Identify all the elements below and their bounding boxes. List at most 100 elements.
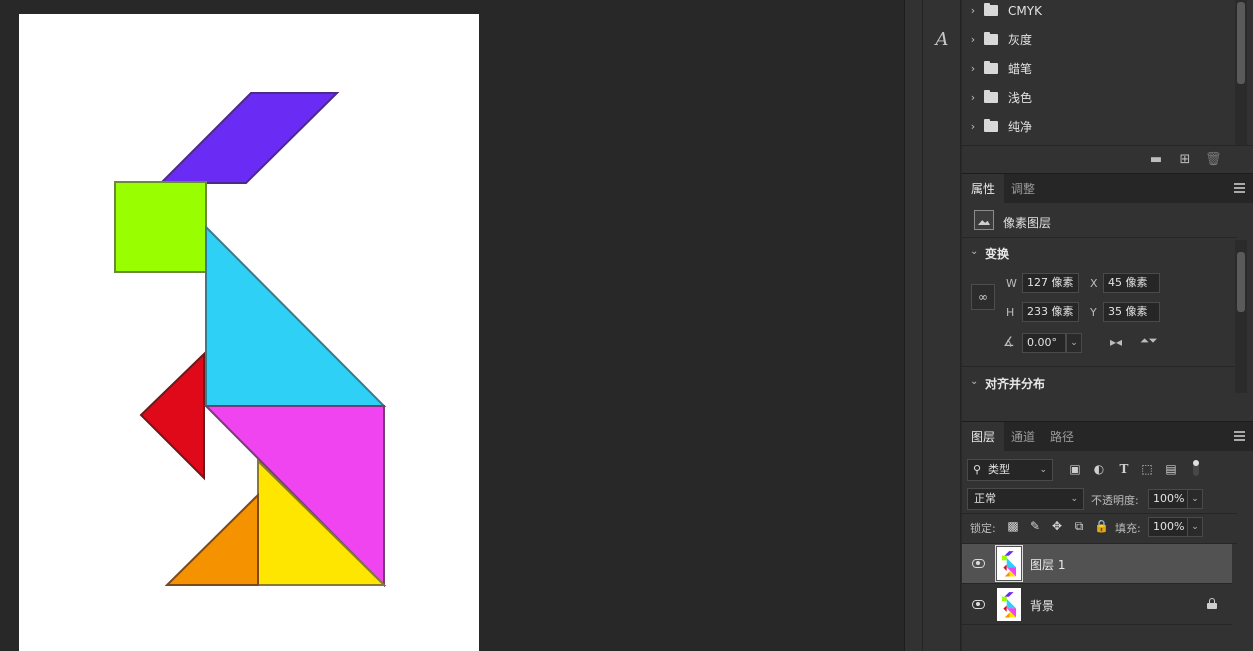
layer-thumbnail[interactable] (995, 545, 1023, 582)
lock-move-icon[interactable]: ✥ (1050, 519, 1064, 533)
folder-icon (984, 61, 998, 74)
lock-transparent-icon[interactable]: ▩ (1006, 519, 1020, 533)
adjustment-filter-icon[interactable]: ◐ (1092, 462, 1106, 476)
layer-type-label: 像素图层 (1003, 216, 1052, 230)
chevron-down-icon[interactable]: ⌄ (1066, 333, 1082, 353)
blend-mode-label: 正常 (974, 492, 996, 505)
opacity-field[interactable]: 100% (1148, 489, 1188, 509)
trash-icon[interactable]: 🗑 (1205, 152, 1222, 168)
hamburger-menu-icon[interactable] (1234, 431, 1245, 441)
folder-icon (984, 90, 998, 103)
properties-scrollbar[interactable] (1235, 240, 1247, 393)
y-field[interactable]: 35 像素 (1103, 302, 1160, 322)
filter-toggle[interactable] (1193, 460, 1199, 476)
dock-collapse-strip (904, 0, 922, 651)
layer-thumbnail-image (1002, 551, 1017, 577)
divider (962, 366, 1237, 367)
link-icon[interactable]: ∞ (971, 284, 995, 310)
align-section-title[interactable]: 对齐并分布 (985, 375, 1045, 392)
type-filter-icon[interactable]: T (1117, 462, 1131, 476)
hamburger-menu-icon[interactable] (1234, 183, 1245, 193)
opacity-label: 不透明度: (1091, 494, 1139, 507)
x-field[interactable]: 45 像素 (1103, 273, 1160, 293)
angle-icon: ∡ (1003, 335, 1015, 350)
folder-icon (984, 32, 998, 45)
transform-section-title[interactable]: 变换 (985, 245, 1009, 262)
layer-name[interactable]: 图层 1 (1030, 556, 1065, 573)
swatch-folder-gray[interactable]: › 灰度 (962, 25, 1232, 54)
chevron-down-icon[interactable]: ⌄ (970, 376, 978, 387)
chevron-right-icon[interactable]: › (962, 4, 984, 17)
chevron-right-icon[interactable]: › (962, 91, 984, 104)
chevron-right-icon[interactable]: › (962, 120, 984, 133)
chevron-right-icon[interactable]: › (962, 62, 984, 75)
blend-mode-select[interactable]: 正常 ⌄ (967, 488, 1084, 510)
search-icon: ⚲ (973, 463, 982, 476)
scrollbar-thumb[interactable] (1237, 2, 1245, 84)
fill-label: 填充: (1115, 522, 1141, 535)
chevron-down-icon[interactable]: ⌄ (970, 246, 978, 257)
toggle-knob (1193, 460, 1199, 466)
eye-icon[interactable] (972, 600, 985, 609)
lock-paint-icon[interactable]: ✎ (1028, 519, 1042, 533)
swatch-folder-label: 灰度 (1008, 33, 1033, 47)
character-icon[interactable]: A (925, 22, 959, 56)
divider (962, 513, 1237, 514)
smart-object-filter-icon[interactable]: ▤ (1164, 462, 1178, 476)
tangram-rabbit-artwork (114, 92, 387, 588)
height-label: H (1006, 306, 1015, 319)
lock-icon[interactable] (1207, 598, 1217, 609)
fill-field[interactable]: 100% (1148, 517, 1188, 537)
swatch-folder-light[interactable]: › 浅色 (962, 83, 1232, 112)
pixel-layer-icon (974, 210, 994, 230)
large-triangle-top-piece (205, 224, 387, 407)
tab-paths[interactable]: 路径 (1041, 422, 1083, 452)
folder-icon (984, 3, 998, 16)
swatch-folder-cmyk[interactable]: › CMYK (962, 0, 1232, 25)
chevron-down-icon: ⌄ (1039, 465, 1047, 475)
tab-properties[interactable]: 属性 (962, 174, 1005, 204)
parallelogram-piece (158, 92, 340, 184)
square-piece (114, 181, 207, 273)
document-canvas[interactable] (19, 14, 479, 651)
layer-row-layer1[interactable]: 图层 1 (962, 544, 1232, 584)
swatch-folder-label: 纯净 (1008, 120, 1033, 134)
angle-field[interactable]: 0.00° (1022, 333, 1066, 353)
shape-filter-icon[interactable]: ⬚ (1140, 462, 1154, 476)
flip-vertical-icon[interactable]: ⏶⏷ (1140, 334, 1158, 348)
eye-icon[interactable] (972, 559, 985, 568)
plus-square-icon[interactable]: ⊞ (1177, 152, 1193, 168)
chevron-right-icon[interactable]: › (962, 33, 984, 46)
panels-column: › CMYK › 灰度 › 蜡笔 › 浅色 › 纯净 ▬ ⊞ 🗑 属性 调整 像… (962, 0, 1253, 651)
flip-horizontal-icon[interactable]: ▸◂ (1110, 335, 1122, 349)
tab-adjustments[interactable]: 调整 (1002, 174, 1044, 204)
lock-all-icon[interactable]: 🔒 (1094, 519, 1109, 533)
layer-row-background[interactable]: 背景 (962, 585, 1232, 625)
chevron-down-icon[interactable]: ⌄ (1187, 517, 1203, 537)
filter-kind-label: 类型 (988, 463, 1010, 476)
orange-triangle-piece (164, 492, 259, 586)
layer-type-row: 像素图层 (962, 204, 1237, 238)
width-field[interactable]: 127 像素 (1022, 273, 1079, 293)
properties-tabbar: 属性 调整 (962, 173, 1253, 204)
new-folder-icon[interactable]: ▬ (1148, 152, 1164, 168)
swatches-scrollbar[interactable] (1235, 0, 1247, 145)
swatch-folder-pastel[interactable]: › 蜡笔 (962, 54, 1232, 83)
swatches-footer: ▬ ⊞ 🗑 (962, 145, 1253, 173)
height-field[interactable]: 233 像素 (1022, 302, 1079, 322)
tab-layers[interactable]: 图层 (962, 422, 1005, 452)
width-label: W (1006, 277, 1017, 290)
swatches-panel: › CMYK › 灰度 › 蜡笔 › 浅色 › 纯净 (962, 0, 1237, 145)
layer-thumbnail[interactable] (997, 588, 1021, 621)
tab-channels[interactable]: 通道 (1002, 422, 1044, 452)
canvas-area[interactable] (0, 0, 904, 651)
chevron-down-icon[interactable]: ⌄ (1187, 489, 1203, 509)
lock-artboard-icon[interactable]: ⧉ (1072, 519, 1086, 533)
layer-name[interactable]: 背景 (1030, 597, 1054, 614)
layer-filter-select[interactable]: ⚲ 类型 ⌄ (967, 459, 1053, 481)
small-triangle-left-piece (139, 351, 205, 481)
pixel-filter-icon[interactable]: ▣ (1068, 462, 1082, 476)
swatch-folder-pure[interactable]: › 纯净 (962, 112, 1232, 141)
layers-tabbar: 图层 通道 路径 (962, 421, 1253, 452)
scrollbar-thumb[interactable] (1237, 252, 1245, 312)
